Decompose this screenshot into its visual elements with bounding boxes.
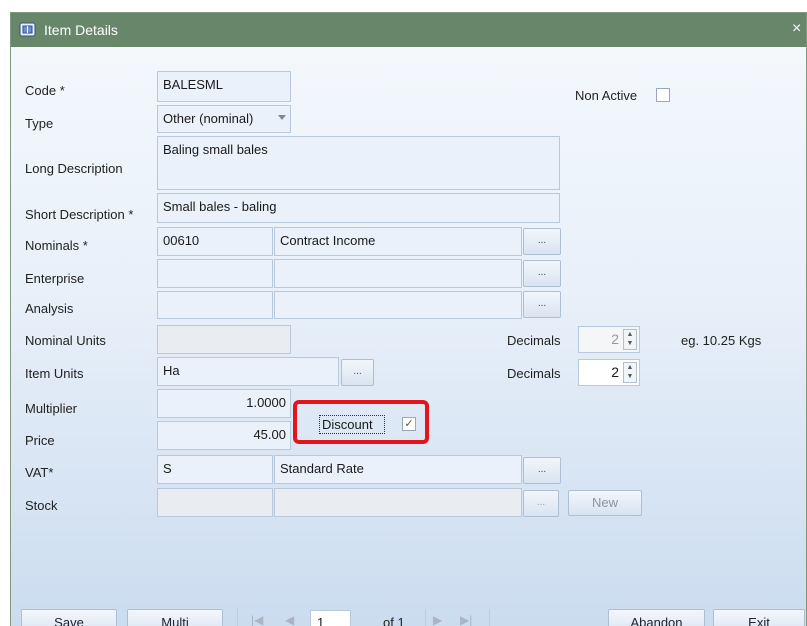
multiplier-label: Multiplier [25,401,78,416]
enterprise-name-field[interactable] [274,259,522,288]
page-count-text: of 1 [383,615,405,626]
discount-highlight [293,400,429,444]
toolbar-separator [237,609,238,626]
stock-label: Stock [25,498,58,513]
page-number-input[interactable]: 1 [310,610,351,626]
toolbar-separator [425,609,426,626]
enterprise-label: Enterprise [25,271,85,286]
window-title: Item Details [44,22,118,38]
item-details-window: Item Details × Code * BALESML Non Active… [10,12,807,626]
multiplier-field[interactable]: 1.0000 [157,389,291,418]
next-page-icon[interactable]: ▶ [433,613,442,626]
price-label: Price [25,433,55,448]
nominals-code-field[interactable]: 00610 [157,227,273,256]
first-page-icon[interactable]: |◀ [251,613,263,626]
spin-arrows-icon[interactable]: ▲ ▼ [623,362,637,383]
price-field[interactable]: 45.00 [157,421,291,450]
vat-code-field[interactable]: S [157,455,273,484]
short-description-label: Short Description * [25,207,134,222]
toolbar-separator [489,609,490,626]
abandon-button[interactable]: Abandon [608,609,705,626]
nominals-lookup-button[interactable]: ... [523,228,561,255]
last-page-icon[interactable]: ▶| [460,613,472,626]
stock-code-field [157,488,273,517]
enterprise-lookup-button[interactable]: ... [523,260,561,287]
nominal-units-decimals-stepper: 2 ▲ ▼ [578,326,640,353]
type-value: Other (nominal) [163,111,254,126]
prev-page-icon[interactable]: ◀ [285,613,294,626]
enterprise-code-field[interactable] [157,259,273,288]
nominals-name-field[interactable]: Contract Income [274,227,522,256]
stock-new-button: New [568,490,642,516]
vat-label: VAT* [25,465,54,480]
vat-lookup-button[interactable]: ... [523,457,561,484]
stock-lookup-button: ... [523,490,559,517]
non-active-label: Non Active [575,88,638,103]
exit-button[interactable]: Exit [713,609,805,626]
item-units-field[interactable]: Ha [157,357,339,386]
analysis-label: Analysis [25,301,74,316]
long-description-field[interactable]: Baling small bales [157,136,560,190]
package-icon [19,22,36,37]
stock-name-field [274,488,522,517]
long-description-label: Long Description [25,161,123,176]
vat-name-field[interactable]: Standard Rate [274,455,522,484]
item-units-label: Item Units [25,366,84,381]
title-bar: Item Details × [11,13,806,47]
item-units-lookup-button[interactable]: ... [341,359,374,386]
item-units-decimals-stepper[interactable]: 2 ▲ ▼ [578,359,640,386]
form-area: Code * BALESML Non Active Type Other (no… [11,47,806,626]
code-label: Code * [25,83,65,98]
nominals-label: Nominals * [25,238,88,253]
close-icon[interactable]: × [792,20,806,38]
analysis-lookup-button[interactable]: ... [523,291,561,318]
multi-button[interactable]: Multi [127,609,223,626]
non-active-checkbox[interactable] [656,88,670,102]
type-dropdown[interactable]: Other (nominal) [157,105,291,133]
nominal-units-field [157,325,291,354]
analysis-name-field[interactable] [274,291,522,319]
nominal-units-decimals-value: 2 [611,331,619,347]
code-field[interactable]: BALESML [157,71,291,102]
spin-arrows-icon: ▲ ▼ [623,329,637,350]
analysis-code-field[interactable] [157,291,273,319]
nominal-units-decimals-label: Decimals [507,333,561,348]
units-example-text: eg. 10.25 Kgs [681,333,762,348]
short-description-field[interactable]: Small bales - baling [157,193,560,223]
save-button[interactable]: Save [21,609,117,626]
type-label: Type [25,116,54,131]
chevron-down-icon[interactable] [278,115,286,120]
item-units-decimals-label: Decimals [507,366,561,381]
item-units-decimals-value: 2 [611,364,619,380]
nominal-units-label: Nominal Units [25,333,106,348]
